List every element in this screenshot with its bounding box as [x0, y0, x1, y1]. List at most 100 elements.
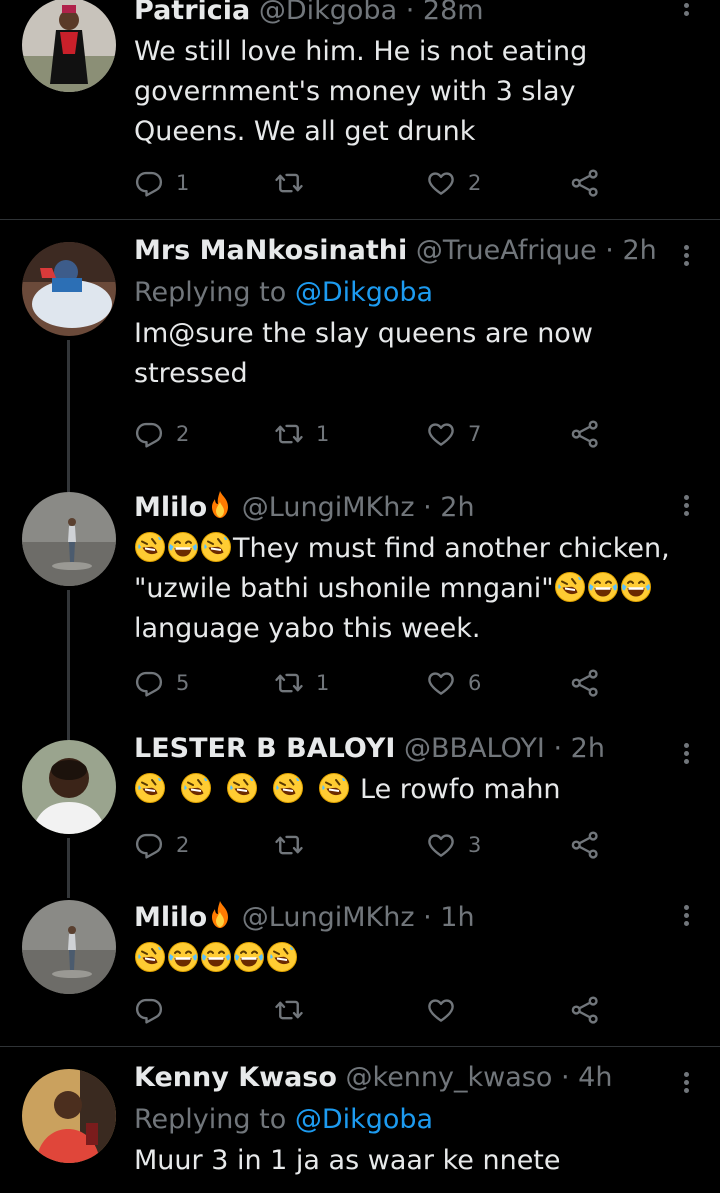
- reply-button[interactable]: 5: [134, 663, 189, 703]
- avatar[interactable]: [22, 1069, 116, 1163]
- tweet-body: Mrs MaNkosinathi @TrueAfrique · 2h Reply…: [134, 234, 690, 394]
- tweet-6[interactable]: Kenny Kwaso @kenny_kwaso · 4h Replying t…: [0, 1047, 720, 1193]
- tweet-1[interactable]: Patricia @Dikgoba · 28m We still love hi…: [0, 0, 720, 218]
- like-button[interactable]: 3: [426, 825, 481, 865]
- replying-label: Replying to: [134, 1104, 287, 1135]
- tweet-text-tail: language yabo this week.: [134, 613, 481, 644]
- action-bar: 2 1 7: [134, 414, 614, 454]
- heart-icon: [426, 830, 456, 860]
- author-name[interactable]: Mlilo: [134, 902, 207, 933]
- reply-icon: [134, 168, 164, 198]
- tweet-header: Mlilo @LungiMKhz · 2h: [134, 490, 690, 525]
- rofl-emoji: [272, 772, 304, 804]
- reply-icon: [134, 668, 164, 698]
- timestamp[interactable]: 2h: [622, 235, 656, 266]
- author-name[interactable]: Mlilo: [134, 492, 207, 523]
- author-handle[interactable]: @LungiMKhz: [242, 902, 415, 933]
- author-handle[interactable]: @LungiMKhz: [242, 492, 415, 523]
- tweet-header: Kenny Kwaso @kenny_kwaso · 4h: [134, 1061, 690, 1095]
- more-icon[interactable]: [676, 902, 696, 932]
- reply-icon: [134, 419, 164, 449]
- avatar[interactable]: [22, 492, 116, 586]
- author-handle[interactable]: @Dikgoba: [259, 0, 397, 26]
- retweet-button[interactable]: [274, 163, 316, 203]
- tweet-body: Mlilo @LungiMKhz · 1h: [134, 900, 690, 979]
- heart-icon: [426, 668, 456, 698]
- timestamp[interactable]: 4h: [578, 1062, 612, 1093]
- like-button[interactable]: 6: [426, 663, 481, 703]
- share-icon: [570, 668, 600, 698]
- tweet-text: [134, 939, 690, 979]
- tweet-4[interactable]: LESTER B BALOYI @BBALOYI · 2h Le rowfo m…: [0, 720, 720, 890]
- timestamp[interactable]: 2h: [440, 492, 474, 523]
- more-icon[interactable]: [676, 492, 696, 522]
- joy-emoji: [167, 941, 199, 973]
- tweet-2[interactable]: Mrs MaNkosinathi @TrueAfrique · 2h Reply…: [0, 220, 720, 470]
- timestamp[interactable]: 28m: [423, 0, 484, 26]
- author-handle[interactable]: @kenny_kwaso: [346, 1062, 553, 1093]
- retweet-button[interactable]: 1: [274, 663, 329, 703]
- retweet-button[interactable]: 1: [274, 414, 329, 454]
- action-bar: [134, 990, 614, 1030]
- retweet-button[interactable]: [274, 825, 316, 865]
- replying-label: Replying to: [134, 277, 287, 308]
- more-icon[interactable]: [676, 1069, 696, 1099]
- author-name[interactable]: Patricia: [134, 0, 250, 26]
- tweet-header: Patricia @Dikgoba · 28m: [134, 0, 690, 28]
- share-icon: [570, 830, 600, 860]
- share-button[interactable]: [570, 163, 600, 203]
- more-icon[interactable]: [676, 0, 696, 22]
- reply-icon: [134, 995, 164, 1025]
- tweet-body: Patricia @Dikgoba · 28m We still love hi…: [134, 0, 690, 152]
- rofl-emoji: [318, 772, 350, 804]
- tweet-text: We still love him. He is not eating gove…: [134, 36, 588, 147]
- avatar[interactable]: [22, 0, 116, 92]
- like-button[interactable]: 2: [426, 163, 481, 203]
- author-handle[interactable]: @TrueAfrique: [416, 235, 597, 266]
- tweet-header: Mrs MaNkosinathi @TrueAfrique · 2h: [134, 234, 690, 268]
- heart-icon: [426, 419, 456, 449]
- like-button[interactable]: [426, 990, 468, 1030]
- author-name[interactable]: Kenny Kwaso: [134, 1062, 337, 1093]
- share-button[interactable]: [570, 825, 600, 865]
- timestamp[interactable]: 1h: [440, 902, 474, 933]
- share-button[interactable]: [570, 663, 600, 703]
- more-icon[interactable]: [676, 242, 696, 272]
- reply-button[interactable]: 2: [134, 825, 189, 865]
- separator: ·: [605, 235, 614, 266]
- mention-link[interactable]: @Dikgoba: [295, 1104, 433, 1135]
- share-icon: [570, 168, 600, 198]
- tweet-5[interactable]: Mlilo @LungiMKhz · 1h: [0, 880, 720, 1045]
- joy-emoji: [167, 531, 199, 563]
- heart-icon: [426, 995, 456, 1025]
- reply-button[interactable]: 2: [134, 414, 189, 454]
- author-name[interactable]: LESTER B BALOYI: [134, 733, 395, 764]
- mention-link[interactable]: @Dikgoba: [295, 277, 433, 308]
- avatar[interactable]: [22, 242, 116, 336]
- more-icon[interactable]: [676, 740, 696, 770]
- reply-count: 2: [176, 833, 190, 857]
- avatar[interactable]: [22, 900, 116, 994]
- rofl-emoji: [266, 941, 298, 973]
- timestamp[interactable]: 2h: [571, 733, 605, 764]
- tweet-text-main: Le rowfo mahn: [360, 774, 561, 805]
- retweet-icon: [274, 668, 304, 698]
- tweet-body: Kenny Kwaso @kenny_kwaso · 4h Replying t…: [134, 1061, 690, 1181]
- replying-to: Replying to @Dikgoba: [134, 1103, 690, 1137]
- share-button[interactable]: [570, 990, 600, 1030]
- like-count: 3: [468, 833, 482, 857]
- share-button[interactable]: [570, 414, 600, 454]
- joy-emoji: [200, 941, 232, 973]
- reply-button[interactable]: [134, 990, 176, 1030]
- reply-button[interactable]: 1: [134, 163, 189, 203]
- emoji-group: [134, 533, 233, 564]
- rofl-emoji: [200, 531, 232, 563]
- author-handle[interactable]: @BBALOYI: [404, 733, 545, 764]
- avatar[interactable]: [22, 740, 116, 834]
- tweet-body: LESTER B BALOYI @BBALOYI · 2h Le rowfo m…: [134, 732, 690, 810]
- retweet-button[interactable]: [274, 990, 316, 1030]
- joy-emoji: [620, 571, 652, 603]
- author-name[interactable]: Mrs MaNkosinathi: [134, 235, 407, 266]
- like-button[interactable]: 7: [426, 414, 481, 454]
- tweet-3[interactable]: Mlilo @LungiMKhz · 2h They must find ano…: [0, 470, 720, 720]
